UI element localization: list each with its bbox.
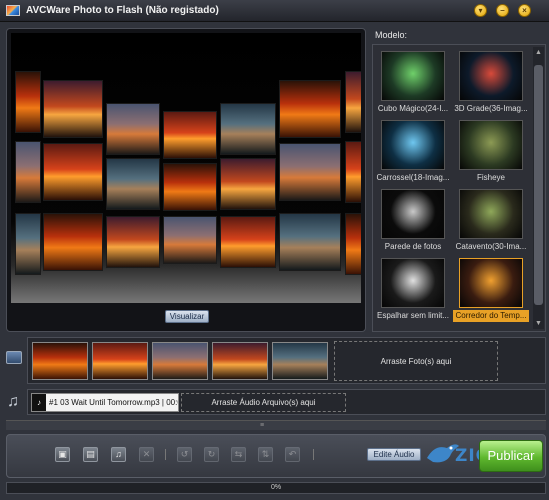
- template-item[interactable]: Parede de fotos: [375, 187, 451, 253]
- photo-thumbnail[interactable]: [32, 342, 88, 380]
- add-photos-tool[interactable]: ▤: [83, 447, 98, 462]
- rotate-left-tool[interactable]: ↺: [177, 447, 192, 462]
- photo-drop-zone[interactable]: Arraste Foto(s) aqui: [334, 341, 498, 381]
- photo-thumbnail[interactable]: [272, 342, 328, 380]
- preview-photo-tile: [15, 213, 41, 275]
- template-thumbnail: [381, 258, 445, 308]
- preview-photo-tile: [163, 216, 217, 264]
- preview-photo-tile: [106, 216, 160, 268]
- audio-drop-zone[interactable]: Arraste Áudio Arquivo(s) aqui: [181, 393, 346, 412]
- publish-button[interactable]: Publicar: [479, 440, 543, 472]
- add-photo-tool[interactable]: ▣: [55, 447, 70, 462]
- template-thumbnail: [381, 189, 445, 239]
- template-label: Carrossel(18-Imag...: [376, 173, 450, 182]
- preview-photo-tile: [43, 80, 103, 138]
- visualize-button[interactable]: Visualizar: [165, 310, 209, 323]
- add-audio-tool[interactable]: ♫: [111, 447, 126, 462]
- undo-tool[interactable]: ↶: [285, 447, 300, 462]
- progress-bar: 0%: [6, 482, 546, 494]
- toolbar-separator: [313, 449, 314, 460]
- template-thumbnail: [381, 51, 445, 101]
- panel-splitter[interactable]: ≡: [6, 420, 546, 430]
- template-item[interactable]: Catavento(30-Ima...: [453, 187, 529, 253]
- template-item[interactable]: Corredor do Temp...: [453, 256, 529, 322]
- audio-track-item[interactable]: ♪ #1 03 Wait Until Tomorrow.mp3 | 00:04: [31, 393, 179, 412]
- template-item[interactable]: 3D Grade(36-Imag...: [453, 49, 529, 115]
- template-scrollbar[interactable]: ▲ ▼: [533, 47, 544, 329]
- template-panel-label: Modelo:: [375, 30, 408, 40]
- template-panel: ▲ ▼ Cubo Mágico(24-I... 3D Grade(36-Imag.…: [372, 44, 546, 332]
- template-item[interactable]: Carrossel(18-Imag...: [375, 118, 451, 184]
- preview-photo-tile: [43, 143, 103, 201]
- preview-photo-tile: [106, 158, 160, 210]
- edit-audio-button[interactable]: Edite Áudio: [367, 448, 421, 461]
- delete-tool[interactable]: ✕: [139, 447, 154, 462]
- title-bar: AVCWare Photo to Flash (Não registado) ▾…: [0, 0, 549, 22]
- app-icon: [6, 5, 20, 16]
- photo-thumbnail[interactable]: [92, 342, 148, 380]
- audio-track-label: #1 03 Wait Until Tomorrow.mp3 | 00:04: [49, 398, 179, 407]
- bottom-toolbar: Edite Áudio ZIGG Publicar ▣▤♫✕↺↻⇆⇅↶: [6, 434, 546, 478]
- preview-photo-tile: [163, 111, 217, 159]
- scroll-up-icon[interactable]: ▲: [533, 47, 544, 58]
- preview-photo-tile: [106, 103, 160, 155]
- preview-photo-tile: [220, 103, 276, 155]
- preview-photo-tile: [15, 141, 41, 203]
- template-thumbnail: [459, 120, 523, 170]
- template-thumbnail: [459, 258, 523, 308]
- template-label: 3D Grade(36-Imag...: [454, 104, 528, 113]
- preview-photo-tile: [279, 143, 341, 201]
- toolbar-separator: [165, 449, 166, 460]
- preview-photo-tile: [220, 158, 276, 210]
- close-button[interactable]: ×: [518, 4, 531, 17]
- preview-screen: [11, 33, 361, 303]
- preview-photo-tile: [163, 163, 217, 211]
- template-label: Fisheye: [476, 173, 505, 182]
- preview-photo-tile: [345, 141, 361, 203]
- preview-photo-tile: [279, 213, 341, 271]
- minimize-button[interactable]: –: [496, 4, 509, 17]
- flip-horizontal-tool[interactable]: ⇆: [231, 447, 246, 462]
- template-thumbnail: [459, 51, 523, 101]
- preview-photo-tile: [43, 213, 103, 271]
- template-label: Corredor do Temp...: [453, 310, 529, 322]
- template-item[interactable]: Espalhar sem limit...: [375, 256, 451, 322]
- template-label: Parede de fotos: [384, 242, 442, 251]
- audio-strip[interactable]: ♪ #1 03 Wait Until Tomorrow.mp3 | 00:04 A…: [27, 389, 546, 415]
- template-label: Catavento(30-Ima...: [455, 242, 527, 251]
- menu-dropdown-button[interactable]: ▾: [474, 4, 487, 17]
- preview-panel: Visualizar: [6, 28, 366, 332]
- template-item[interactable]: Fisheye: [453, 118, 529, 184]
- photo-thumbnail[interactable]: [212, 342, 268, 380]
- window-title: AVCWare Photo to Flash (Não registado): [26, 5, 219, 16]
- music-note-icon: ♫: [7, 393, 19, 410]
- flip-vertical-tool[interactable]: ⇅: [258, 447, 273, 462]
- preview-photo-tile: [220, 216, 276, 268]
- rotate-right-tool[interactable]: ↻: [204, 447, 219, 462]
- photo-strip-icon: [6, 351, 22, 364]
- grip-icon: ≡: [260, 422, 265, 429]
- scroll-down-icon[interactable]: ▼: [533, 318, 544, 329]
- photo-thumbnail[interactable]: [152, 342, 208, 380]
- progress-label: 0%: [270, 484, 282, 491]
- audio-file-icon: ♪: [32, 394, 46, 411]
- template-label: Cubo Mágico(24-I...: [377, 104, 449, 113]
- photo-strip[interactable]: Arraste Foto(s) aqui: [27, 337, 546, 384]
- preview-photo-tile: [279, 80, 341, 138]
- template-item[interactable]: Cubo Mágico(24-I...: [375, 49, 451, 115]
- scroll-thumb[interactable]: [534, 65, 543, 305]
- preview-photo-tile: [345, 213, 361, 275]
- preview-photo-tile: [15, 71, 41, 133]
- template-thumbnail: [381, 120, 445, 170]
- template-label: Espalhar sem limit...: [376, 311, 450, 320]
- preview-photo-tile: [345, 71, 361, 133]
- main-window: Visualizar Modelo: ▲ ▼ Cubo Mágico(24-I.…: [0, 22, 549, 500]
- template-thumbnail: [459, 189, 523, 239]
